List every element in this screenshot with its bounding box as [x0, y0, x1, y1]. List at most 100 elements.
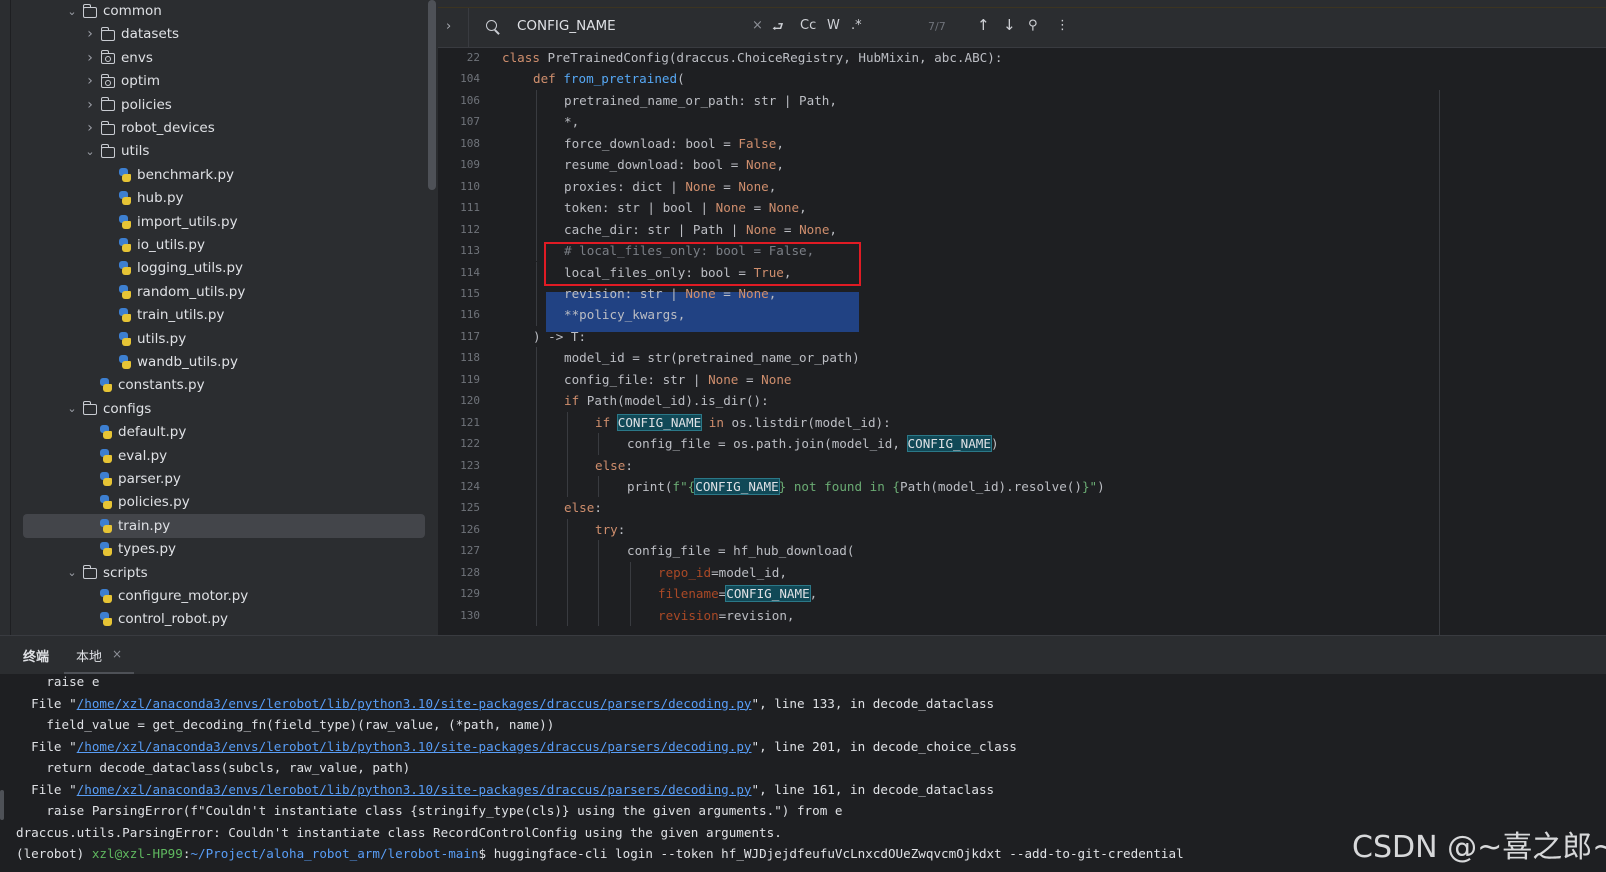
- tree-item[interactable]: hub.py: [0, 186, 426, 210]
- tree-item[interactable]: control_robot.py: [0, 607, 426, 631]
- tree-item[interactable]: utils.py: [0, 327, 426, 351]
- tree-item[interactable]: configure_motor.py: [0, 584, 426, 608]
- tab-local[interactable]: 本地: [76, 646, 102, 665]
- tree-item[interactable]: parser.py: [0, 467, 426, 491]
- code-token: None: [715, 200, 746, 216]
- tree-item[interactable]: › envs: [0, 46, 426, 70]
- code-line: token: str | bool | None = None,: [564, 197, 807, 218]
- tree-item-label: train_utils.py: [137, 307, 225, 324]
- tree-item[interactable]: random_utils.py: [0, 280, 426, 304]
- python-file-icon: [99, 495, 113, 510]
- code-line: repo_id=model_id,: [658, 562, 787, 583]
- file-link[interactable]: /home/xzl/anaconda3/envs/lerobot/lib/pyt…: [77, 739, 752, 754]
- tree-item[interactable]: default.py: [0, 420, 426, 444]
- tree-item[interactable]: › datasets: [0, 22, 426, 46]
- package-folder-icon: [100, 50, 115, 65]
- terminal-line: return decode_dataclass(subcls, raw_valu…: [16, 757, 410, 779]
- indent-guide: [536, 518, 537, 541]
- python-file-icon: [99, 589, 113, 603]
- tree-scrollbar[interactable]: [428, 0, 436, 190]
- tree-item[interactable]: wandb_utils.py: [0, 350, 426, 374]
- code-line: config_file: str | None = None: [564, 369, 792, 390]
- tree-item-label: configs: [103, 400, 152, 417]
- chevron-right-icon[interactable]: ›: [82, 50, 98, 66]
- tree-item[interactable]: › policies: [0, 93, 426, 117]
- tree-item-label: utils.py: [137, 330, 187, 347]
- more-options-icon[interactable]: ⋮: [1056, 18, 1069, 33]
- tree-item-label: robot_devices: [121, 120, 215, 136]
- tree-item-label: control_robot.py: [118, 611, 229, 628]
- code-token: =: [746, 200, 769, 216]
- code-token: :: [617, 521, 626, 537]
- previous-occurrence-icon[interactable]: ↑: [977, 16, 990, 34]
- find-bar: › CONFIG_NAME × ⮐ Cc W .* 7/7 ↑ ↓ ⚲ ⋮: [438, 8, 1606, 48]
- chevron-right-icon[interactable]: ›: [82, 73, 98, 89]
- tree-item[interactable]: train.py: [23, 513, 425, 538]
- chevron-down-icon[interactable]: ⌄: [82, 145, 98, 158]
- tree-item-label: benchmark.py: [137, 166, 235, 183]
- code-token: None: [799, 221, 830, 237]
- tree-item[interactable]: ⌄ configs: [0, 397, 426, 421]
- whole-words-button[interactable]: W: [827, 18, 840, 33]
- tree-item[interactable]: › robot_devices: [0, 116, 426, 140]
- chevron-right-icon[interactable]: ›: [82, 120, 98, 136]
- clear-search-icon[interactable]: ×: [752, 18, 763, 33]
- code-line: proxies: dict | None = None,: [564, 176, 776, 197]
- tree-item[interactable]: policies.py: [0, 490, 426, 514]
- line-number: 128: [460, 565, 480, 579]
- code-token: Path(model_id).is_dir():: [586, 393, 769, 409]
- close-tab-icon[interactable]: ×: [112, 647, 122, 661]
- tree-item[interactable]: logging_utils.py: [0, 256, 426, 280]
- chevron-down-icon[interactable]: ⌄: [64, 5, 80, 18]
- next-occurrence-icon[interactable]: ↓: [1003, 16, 1016, 34]
- search-match: CONFIG_NAME: [725, 585, 811, 603]
- python-file-icon: [99, 612, 113, 627]
- code-token: if: [595, 414, 618, 430]
- indent-guide: [536, 454, 537, 476]
- terminal-text: File ": [16, 695, 77, 711]
- tree-item[interactable]: train_utils.py: [0, 303, 426, 327]
- terminal-text: field_value = get_decoding_fn(field_type…: [16, 717, 555, 732]
- tree-item[interactable]: import_utils.py: [0, 210, 426, 234]
- regex-button[interactable]: .*: [851, 18, 862, 33]
- code-line: try:: [595, 519, 625, 540]
- line-number-gutter: 22 104 106 107 108 109 110 111 112 113 114 115 116 11…: [438, 48, 498, 635]
- terminal-scrollbar[interactable]: [0, 790, 4, 820]
- chevron-down-icon[interactable]: ⌄: [64, 566, 80, 579]
- filter-icon[interactable]: ⚲: [1028, 18, 1038, 33]
- indent-guide: [598, 540, 599, 562]
- python-file-icon: [99, 472, 113, 486]
- code-token: =revision,: [718, 607, 795, 623]
- tree-item[interactable]: ⌄ scripts: [0, 561, 426, 585]
- tree-item[interactable]: eval.py: [0, 444, 426, 468]
- tree-item[interactable]: ⌄ utils: [0, 139, 426, 163]
- find-replace-toggle-icon[interactable]: ›: [446, 19, 451, 34]
- indent-guide: [567, 518, 568, 541]
- tree-item[interactable]: io_utils.py: [0, 233, 426, 257]
- code-line: ) -> T:: [533, 326, 586, 347]
- chevron-down-icon[interactable]: ⌄: [64, 402, 80, 415]
- indent-guide: [630, 604, 631, 627]
- tree-item[interactable]: benchmark.py: [0, 163, 426, 187]
- chevron-right-icon[interactable]: ›: [82, 26, 98, 42]
- tree-item[interactable]: constants.py: [0, 373, 426, 397]
- python-file-icon: [118, 355, 132, 369]
- find-query-input[interactable]: CONFIG_NAME: [517, 18, 616, 34]
- file-link[interactable]: /home/xzl/anaconda3/envs/lerobot/lib/pyt…: [77, 782, 752, 797]
- code-editor: › CONFIG_NAME × ⮐ Cc W .* 7/7 ↑ ↓ ⚲ ⋮ cl…: [438, 0, 1606, 635]
- search-icon[interactable]: [486, 20, 500, 34]
- code-line: revision=revision,: [658, 605, 795, 626]
- new-line-icon[interactable]: ⮐: [772, 18, 784, 40]
- tree-item[interactable]: › optim: [0, 69, 426, 93]
- code-area[interactable]: class PreTrainedConfig(draccus.ChoiceReg…: [438, 48, 1606, 635]
- python-file-icon: [118, 238, 132, 252]
- code-line: if CONFIG_NAME in os.listdir(model_id):: [595, 412, 891, 433]
- indent-guide: [536, 583, 537, 605]
- tree-item[interactable]: types.py: [0, 537, 426, 561]
- indent-guide: [598, 583, 599, 605]
- tree-item[interactable]: ⌄ common: [0, 0, 426, 23]
- match-case-button[interactable]: Cc: [800, 18, 816, 33]
- file-link[interactable]: /home/xzl/anaconda3/envs/lerobot/lib/pyt…: [77, 696, 752, 711]
- chevron-right-icon[interactable]: ›: [82, 97, 98, 113]
- tree-item-label: constants.py: [118, 377, 205, 394]
